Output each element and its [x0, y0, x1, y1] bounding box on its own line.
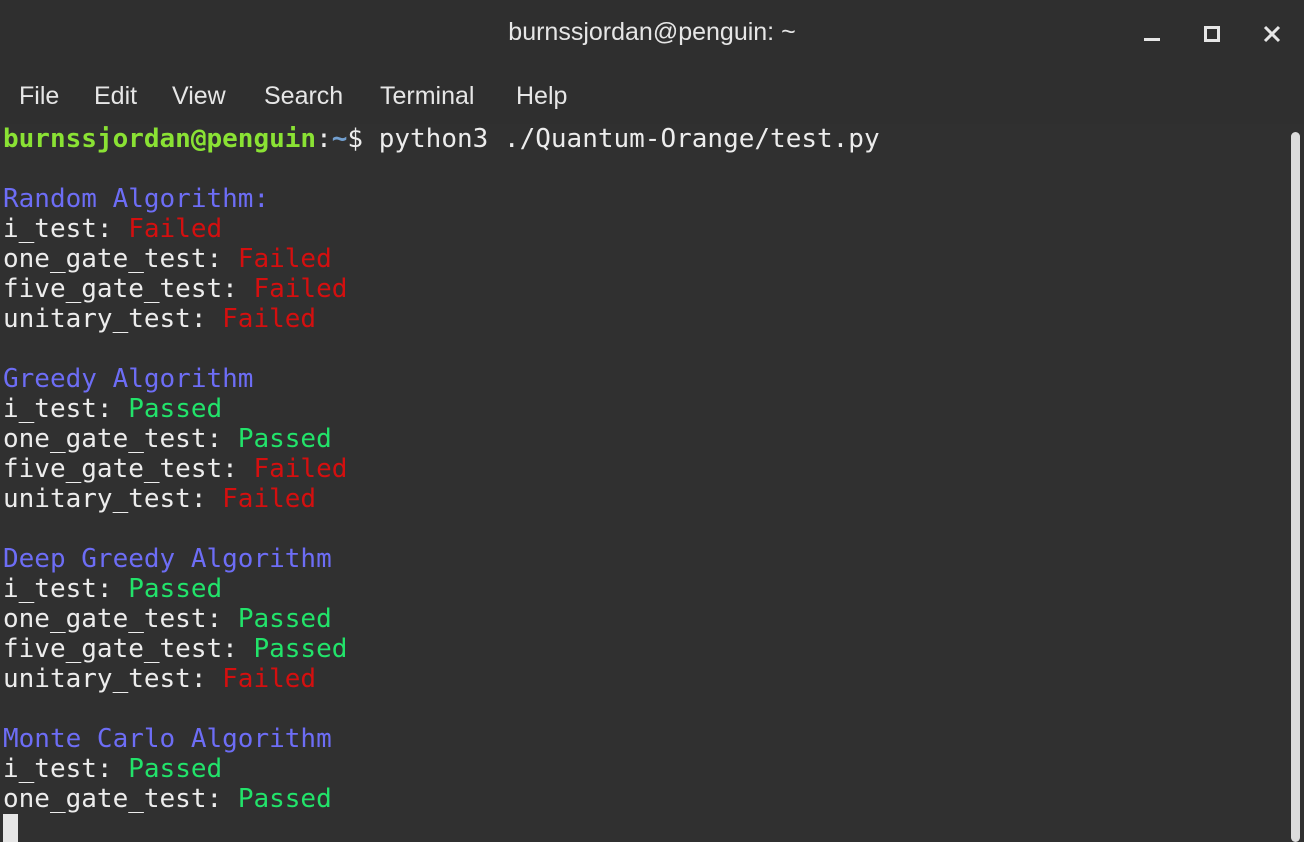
test-name: i_test:: [3, 214, 129, 244]
prompt-user: burnssjordan@penguin: [3, 124, 317, 154]
test-name: one_gate_test:: [3, 604, 238, 634]
section-header: Greedy Algorithm: [3, 364, 254, 394]
prompt-separator: :: [316, 124, 332, 154]
minimize-button[interactable]: [1137, 19, 1167, 49]
terminal-output[interactable]: burnssjordan@penguin:~$ python3 ./Quantu…: [0, 124, 1286, 842]
test-line: i_test: Passed: [3, 394, 222, 424]
test-result: Failed: [237, 244, 332, 274]
test-name: i_test:: [3, 754, 129, 784]
test-result: Passed: [128, 574, 223, 604]
test-name: five_gate_test:: [3, 634, 254, 664]
test-line: i_test: Failed: [3, 214, 222, 244]
window-title: burnssjordan@penguin: ~: [508, 18, 796, 46]
maximize-icon: [1204, 26, 1220, 42]
test-line: five_gate_test: Failed: [3, 274, 347, 304]
section-header: Deep Greedy Algorithm: [3, 544, 332, 574]
test-result: Failed: [128, 214, 223, 244]
test-line: one_gate_test: Passed: [3, 424, 332, 454]
section-header: Random Algorithm:: [3, 184, 270, 214]
test-line: one_gate_test: Passed: [3, 604, 332, 634]
menu-bar: File Edit View Search Terminal Help: [0, 70, 1304, 124]
test-name: i_test:: [3, 394, 129, 424]
test-line: unitary_test: Failed: [3, 664, 316, 694]
test-line: i_test: Passed: [3, 574, 222, 604]
test-result: Failed: [253, 274, 348, 304]
test-result: Failed: [222, 304, 317, 334]
test-name: i_test:: [3, 574, 129, 604]
test-name: unitary_test:: [3, 484, 223, 514]
test-name: unitary_test:: [3, 664, 223, 694]
test-line: one_gate_test: Failed: [3, 244, 332, 274]
test-line: unitary_test: Failed: [3, 484, 316, 514]
test-name: unitary_test:: [3, 304, 223, 334]
menu-edit[interactable]: Edit: [94, 82, 137, 111]
test-result: Passed: [253, 634, 348, 664]
test-result: Failed: [253, 454, 348, 484]
test-result: Failed: [222, 484, 317, 514]
menu-search[interactable]: Search: [264, 82, 343, 111]
scrollbar[interactable]: [1286, 124, 1304, 842]
test-result: Passed: [128, 394, 223, 424]
close-icon: [1263, 25, 1281, 43]
text-cursor: [3, 814, 18, 842]
test-result: Failed: [222, 664, 317, 694]
title-bar: burnssjordan@penguin: ~: [0, 0, 1304, 70]
section-header: Monte Carlo Algorithm: [3, 724, 332, 754]
minimize-icon: [1144, 38, 1160, 41]
test-name: one_gate_test:: [3, 784, 238, 814]
maximize-button[interactable]: [1197, 19, 1227, 49]
test-line: five_gate_test: Passed: [3, 634, 347, 664]
scrollbar-thumb[interactable]: [1291, 132, 1300, 842]
test-line: unitary_test: Failed: [3, 304, 316, 334]
menu-terminal[interactable]: Terminal: [380, 82, 474, 111]
close-button[interactable]: [1257, 19, 1287, 49]
menu-file[interactable]: File: [19, 82, 59, 111]
command-text: python3 ./Quantum-Orange/test.py: [378, 124, 880, 154]
prompt-path: ~: [331, 124, 348, 154]
test-line: one_gate_test: Passed: [3, 784, 332, 814]
test-name: one_gate_test:: [3, 424, 238, 454]
test-name: five_gate_test:: [3, 454, 254, 484]
test-result: Passed: [128, 754, 223, 784]
test-line: five_gate_test: Failed: [3, 454, 347, 484]
test-result: Passed: [237, 784, 332, 814]
prompt-symbol: $: [347, 124, 379, 154]
test-name: five_gate_test:: [3, 274, 254, 304]
test-result: Passed: [237, 604, 332, 634]
menu-view[interactable]: View: [172, 82, 226, 111]
command-line: burnssjordan@penguin:~$ python3 ./Quantu…: [3, 124, 880, 154]
test-result: Passed: [237, 424, 332, 454]
menu-help[interactable]: Help: [516, 82, 567, 111]
test-name: one_gate_test:: [3, 244, 238, 274]
test-line: i_test: Passed: [3, 754, 222, 784]
